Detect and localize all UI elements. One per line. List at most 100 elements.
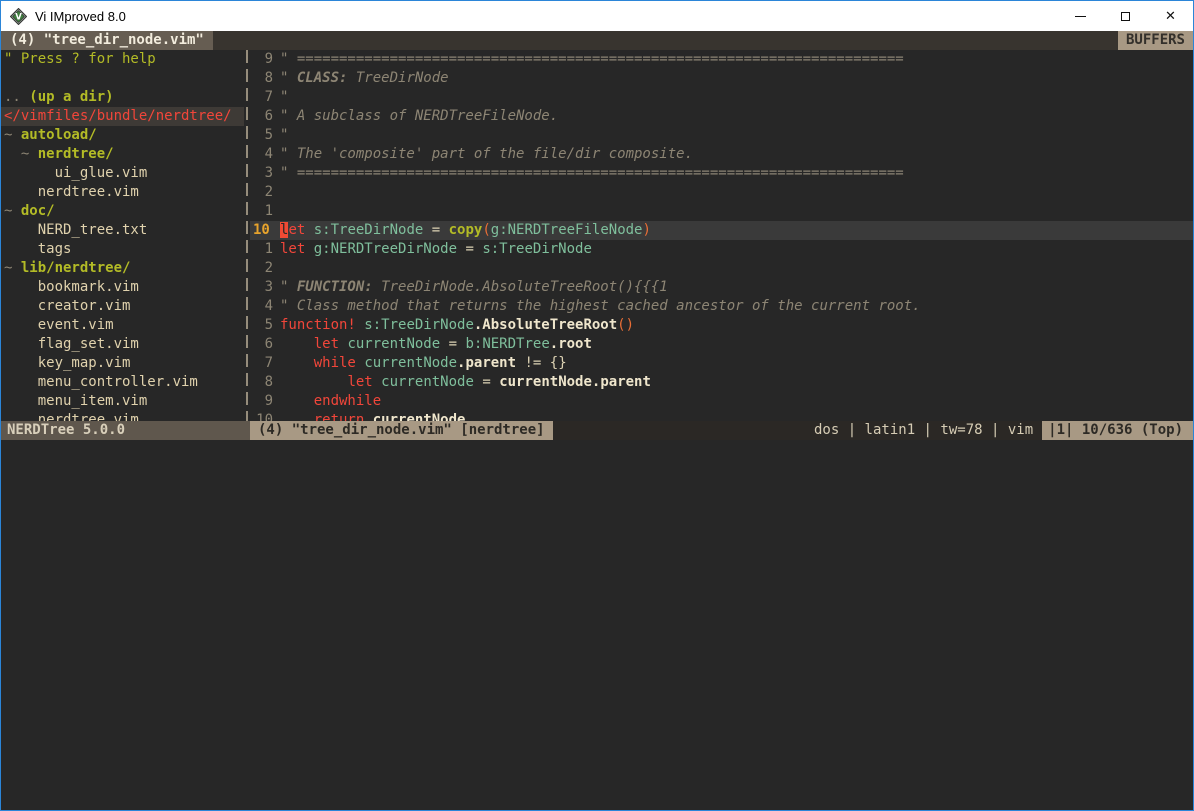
window-split-separator[interactable]	[244, 50, 250, 421]
minimize-button[interactable]	[1058, 1, 1103, 31]
title-bar: V Vi IMproved 8.0 ✕	[1, 1, 1193, 31]
code-line[interactable]: 2	[250, 259, 1193, 278]
line-number: 2	[250, 183, 280, 202]
tree-line[interactable]: menu_controller.vim	[1, 373, 244, 392]
tree-line[interactable]: creator.vim	[1, 297, 244, 316]
status-line: NERDTree 5.0.0 (4) "tree_dir_node.vim" […	[1, 421, 1193, 440]
code-text: function! s:TreeDirNode.AbsoluteTreeRoot…	[280, 316, 634, 335]
tab-line: (4) "tree_dir_node.vim" BUFFERS	[1, 31, 1193, 50]
code-line[interactable]: 7 while currentNode.parent != {}	[250, 354, 1193, 373]
tree-line[interactable]: " Press ? for help	[1, 50, 244, 69]
status-filler: dos | latin1 | tw=78 | vim	[553, 421, 1043, 440]
tab-line-filler	[213, 31, 1118, 50]
line-number: 5	[250, 316, 280, 335]
tree-line[interactable]: nerdtree.vim	[1, 411, 244, 421]
status-cursor-position: |1| 10/636 (Top)	[1042, 421, 1193, 440]
tree-line[interactable]: ~ autoload/	[1, 126, 244, 145]
tree-line[interactable]	[1, 69, 244, 88]
code-line[interactable]: 4" The 'composite' part of the file/dir …	[250, 145, 1193, 164]
code-text: " A subclass of NERDTreeFileNode.	[280, 107, 558, 126]
line-number: 4	[250, 297, 280, 316]
line-number: 9	[250, 392, 280, 411]
code-line[interactable]: 4" Class method that returns the highest…	[250, 297, 1193, 316]
tree-line[interactable]: bookmark.vim	[1, 278, 244, 297]
code-text: " CLASS: TreeDirNode	[280, 69, 449, 88]
code-text: " ======================================…	[280, 50, 904, 69]
code-text: " FUNCTION: TreeDirNode.AbsoluteTreeRoot…	[280, 278, 668, 297]
code-text: let g:NERDTreeDirNode = s:TreeDirNode	[280, 240, 592, 259]
main-area: " Press ? for help .. (up a dir)</vimfile…	[1, 50, 1193, 421]
tab-tree-dir-node[interactable]: (4) "tree_dir_node.vim"	[1, 31, 213, 50]
status-file-info: dos | latin1 | tw=78 | vim	[814, 421, 1042, 440]
tree-line[interactable]: ui_glue.vim	[1, 164, 244, 183]
tree-line[interactable]: flag_set.vim	[1, 335, 244, 354]
code-text: return currentNode	[280, 411, 465, 421]
code-text: let s:TreeDirNode = copy(g:NERDTreeFileN…	[280, 221, 651, 240]
tree-line[interactable]: .. (up a dir)	[1, 88, 244, 107]
line-number: 8	[250, 373, 280, 392]
tree-line[interactable]: event.vim	[1, 316, 244, 335]
line-number: 2	[250, 259, 280, 278]
close-icon: ✕	[1165, 10, 1176, 23]
svg-text:V: V	[15, 12, 22, 22]
code-line[interactable]: 1let g:NERDTreeDirNode = s:TreeDirNode	[250, 240, 1193, 259]
vim-icon: V	[10, 8, 27, 25]
line-number: 6	[250, 107, 280, 126]
code-line[interactable]: 5function! s:TreeDirNode.AbsoluteTreeRoo…	[250, 316, 1193, 335]
code-line[interactable]: 10 return currentNode	[250, 411, 1193, 421]
code-text: "	[280, 126, 288, 145]
minimize-icon	[1075, 16, 1086, 17]
tree-line[interactable]: ~ nerdtree/	[1, 145, 244, 164]
code-line[interactable]: 1	[250, 202, 1193, 221]
code-line[interactable]: 8" CLASS: TreeDirNode	[250, 69, 1193, 88]
code-text: endwhile	[280, 392, 381, 411]
code-line[interactable]: 3" =====================================…	[250, 164, 1193, 183]
tree-line[interactable]: menu_item.vim	[1, 392, 244, 411]
buffers-label[interactable]: BUFFERS	[1118, 31, 1193, 50]
code-text: " Class method that returns the highest …	[280, 297, 921, 316]
command-line[interactable]	[1, 440, 1193, 811]
vim-window: V Vi IMproved 8.0 ✕ (4) "tree_dir_node.v…	[0, 0, 1194, 811]
line-number: 3	[250, 278, 280, 297]
line-number: 5	[250, 126, 280, 145]
code-line[interactable]: 3" FUNCTION: TreeDirNode.AbsoluteTreeRoo…	[250, 278, 1193, 297]
code-text: let currentNode = currentNode.parent	[280, 373, 651, 392]
code-line[interactable]: 6 let currentNode = b:NERDTree.root	[250, 335, 1193, 354]
code-line[interactable]: 8 let currentNode = currentNode.parent	[250, 373, 1193, 392]
code-text: " The 'composite' part of the file/dir c…	[280, 145, 693, 164]
code-line[interactable]: 7"	[250, 88, 1193, 107]
nerdtree-status: NERDTree 5.0.0	[1, 421, 250, 440]
window-title: Vi IMproved 8.0	[35, 9, 126, 24]
code-line[interactable]: 9" =====================================…	[250, 50, 1193, 69]
code-line[interactable]: 5"	[250, 126, 1193, 145]
code-text: " ======================================…	[280, 164, 904, 183]
code-line-current[interactable]: 10let s:TreeDirNode = copy(g:NERDTreeFil…	[250, 221, 1193, 240]
line-number: 7	[250, 88, 280, 107]
maximize-button[interactable]	[1103, 1, 1148, 31]
code-line[interactable]: 9 endwhile	[250, 392, 1193, 411]
editor-pane[interactable]: 9 " =====================================…	[250, 50, 1193, 421]
tree-line[interactable]: ~ lib/nerdtree/	[1, 259, 244, 278]
line-number: 8	[250, 69, 280, 88]
window-controls: ✕	[1058, 1, 1193, 31]
tree-line[interactable]: nerdtree.vim	[1, 183, 244, 202]
close-button[interactable]: ✕	[1148, 1, 1193, 31]
nerdtree-pane[interactable]: " Press ? for help .. (up a dir)</vimfile…	[1, 50, 244, 421]
code-text: let currentNode = b:NERDTree.root	[280, 335, 592, 354]
tree-line[interactable]: NERD_tree.txt	[1, 221, 244, 240]
line-number: 3	[250, 164, 280, 183]
code-text: "	[280, 88, 288, 107]
line-number: 6	[250, 335, 280, 354]
tree-line[interactable]: key_map.vim	[1, 354, 244, 373]
line-number: 1	[250, 202, 280, 221]
line-number: 7	[250, 354, 280, 373]
status-file-name: (4) "tree_dir_node.vim" [nerdtree]	[250, 421, 553, 440]
line-number: 10	[250, 221, 280, 240]
line-number: 4	[250, 145, 280, 164]
tree-line[interactable]: ~ doc/	[1, 202, 244, 221]
maximize-icon	[1121, 12, 1130, 21]
tree-root-path[interactable]: </vimfiles/bundle/nerdtree/	[1, 107, 244, 126]
code-line[interactable]: 6" A subclass of NERDTreeFileNode.	[250, 107, 1193, 126]
code-line[interactable]: 2	[250, 183, 1193, 202]
tree-line[interactable]: tags	[1, 240, 244, 259]
